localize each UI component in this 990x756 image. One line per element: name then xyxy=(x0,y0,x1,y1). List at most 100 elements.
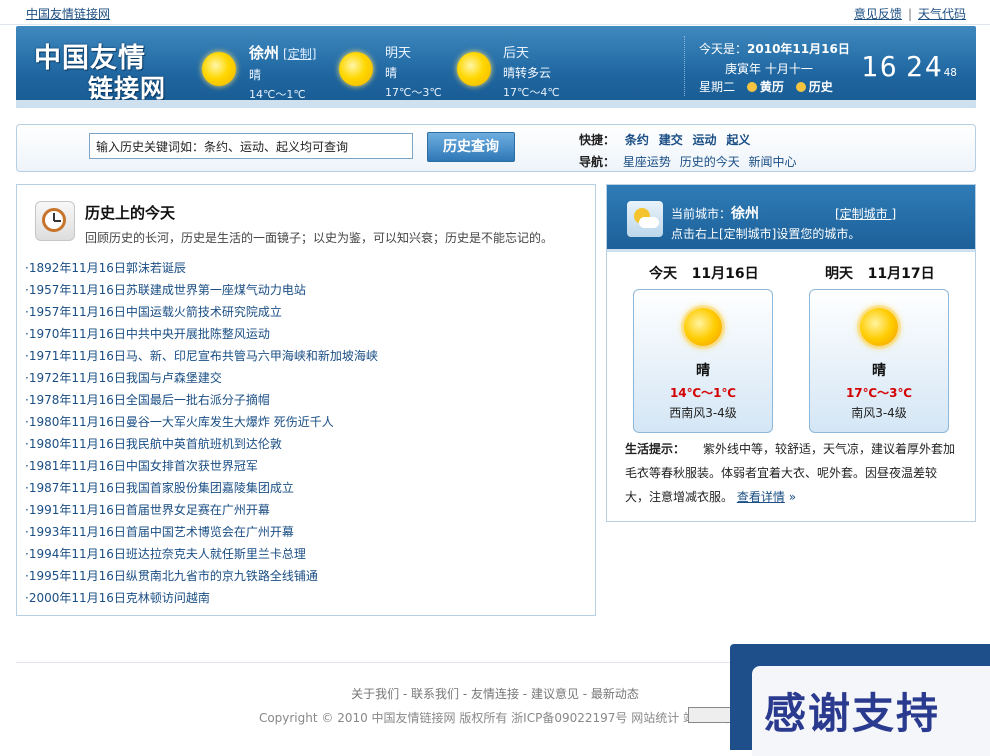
list-item[interactable]: ·1971年11月16日马、新、印尼宣布共管马六甲海峡和新加坡海峡 xyxy=(25,345,378,367)
clock-minutes: 24 xyxy=(905,50,944,83)
date-panel: 今天是：2010年11月16日 庚寅年 十月十一 星期二 黄历 历史 xyxy=(684,36,855,96)
huangli-link[interactable]: 黄历 xyxy=(746,80,784,94)
partly-cloudy-icon xyxy=(627,201,663,237)
list-item[interactable]: ·1994年11月16日班达拉奈克夫人就任斯里兰卡总理 xyxy=(25,543,378,565)
history-today-panel: 历史上的今天 回顾历史的长河，历史是生活的一面镜子；以史为鉴，可以知兴衰；历史是… xyxy=(16,184,596,616)
weekday-row: 星期二 黄历 历史 xyxy=(699,78,833,95)
list-item[interactable]: ·1995年11月16日纵贯南北九省市的京九铁路全线铺通 xyxy=(25,565,378,587)
list-item[interactable]: ·1980年11月16日曼谷一大军火库发生大爆炸 死伤近千人 xyxy=(25,411,378,433)
weather-code-link[interactable]: 天气代码 xyxy=(918,7,966,21)
weather-day-after-cond: 晴转多云 xyxy=(503,66,552,80)
list-item[interactable]: ·1957年11月16日苏联建成世界第一座煤气动力电站 xyxy=(25,279,378,301)
city-weather-panel: 当前城市：徐州 [定制城市 ] 点击右上[定制城市]设置您的城市。 今天 11月… xyxy=(606,184,976,522)
customize-city-link[interactable]: [定制] xyxy=(283,47,316,61)
today-cond: 晴 xyxy=(696,363,710,379)
view-details-link[interactable]: 查看详情 xyxy=(737,490,785,504)
weekday: 星期二 xyxy=(699,80,736,94)
tomorrow-temp: 17℃～3℃ xyxy=(845,386,913,400)
tomorrow-cond: 晴 xyxy=(872,363,886,379)
life-tip-label: 生活提示： xyxy=(625,442,686,456)
quick-links: 快捷： 条约 建交 运动 起义 xyxy=(579,131,756,148)
history-event-list: ·1892年11月16日郭沫若诞辰 ·1957年11月16日苏联建成世界第一座煤… xyxy=(25,257,378,609)
today-label: 今天是： xyxy=(699,42,748,56)
list-item[interactable]: ·1980年11月16日我民航中英首航班机到达伦敦 xyxy=(25,433,378,455)
list-item[interactable]: ·1981年11月16日中国女排首次获世界冠军 xyxy=(25,455,378,477)
nav-link-horoscope[interactable]: 星座运势 xyxy=(623,155,671,169)
search-bar: 历史查询 快捷： 条约 建交 运动 起义 导航： 星座运势 历史的今天 新闻中心 xyxy=(16,124,976,172)
today-temp: 14℃～1℃ xyxy=(669,386,737,400)
popup-inner: 感谢支持 xyxy=(752,666,990,756)
sun-icon xyxy=(684,308,722,346)
customize-city-label: [定制城市 ] xyxy=(835,207,897,221)
weather-city: 徐州 xyxy=(249,44,280,62)
history-label: 历史 xyxy=(808,80,833,94)
history-search-button[interactable]: 历史查询 xyxy=(427,132,515,162)
today-date: 今天是：2010年11月16日 xyxy=(699,40,850,57)
clock-hours: 16 xyxy=(861,50,899,83)
nav-links: 导航： 星座运势 历史的今天 新闻中心 xyxy=(579,153,802,170)
site-logo[interactable]: 中国友情 链接网 xyxy=(34,36,194,103)
more-arrow-icon: » xyxy=(788,490,797,504)
sun-icon xyxy=(339,52,373,86)
tomorrow-wind: 南风3-4级 xyxy=(851,406,907,420)
weather-today-cond: 晴 xyxy=(249,68,262,82)
sun-icon xyxy=(860,308,898,346)
floating-thanks-popup[interactable]: 感谢支持 xyxy=(730,644,990,756)
clock-seconds: 48 xyxy=(943,66,957,79)
digital-clock: 16 2448 xyxy=(861,50,957,83)
life-tip: 生活提示： 紫外线中等，较舒适，天气凉，建议着厚外套加毛衣等春秋服装。体弱者宜着大… xyxy=(625,437,959,509)
list-item[interactable]: ·1957年11月16日中国运载火箭技术研究院成立 xyxy=(25,301,378,323)
today-heading-date: 11月16日 xyxy=(691,266,759,282)
sun-icon xyxy=(202,52,236,86)
list-item[interactable]: ·1972年11月16日我国与卢森堡建交 xyxy=(25,367,378,389)
weather-day-after: 后天 晴转多云 17℃～4℃ xyxy=(503,42,560,100)
weather-day-after-label: 后天 xyxy=(503,46,530,61)
tomorrow-heading: 明天 11月17日 xyxy=(825,263,935,283)
today-value: 2010年11月16日 xyxy=(747,42,850,56)
list-item[interactable]: ·1892年11月16日郭沫若诞辰 xyxy=(25,257,378,279)
top-bar: 中国友情链接网 意见反馈 | 天气代码 xyxy=(0,0,990,25)
tomorrow-heading-date: 11月17日 xyxy=(867,266,935,282)
lunar-date: 庚寅年 十月十一 xyxy=(725,62,813,76)
history-link[interactable]: 历史 xyxy=(795,80,833,94)
history-title: 历史上的今天 xyxy=(85,204,176,222)
current-city: 当前城市：徐州 xyxy=(671,203,759,223)
nav-label: 导航： xyxy=(579,155,616,169)
clock-icon xyxy=(35,201,75,241)
quick-link-treaty[interactable]: 条约 xyxy=(625,133,649,147)
tomorrow-forecast-card: 晴 17℃～3℃ 南风3-4级 xyxy=(809,289,949,433)
weather-tomorrow-cond: 晴 xyxy=(385,66,398,80)
current-city-name: 徐州 xyxy=(731,206,760,222)
nav-link-today-history[interactable]: 历史的今天 xyxy=(680,155,740,169)
nav-link-news[interactable]: 新闻中心 xyxy=(749,155,797,169)
list-item[interactable]: ·2000年11月16日克林顿访问越南 xyxy=(25,587,378,609)
customize-city-button[interactable]: [定制城市 ] xyxy=(835,205,896,222)
list-item[interactable]: ·1991年11月16日首届世界女足赛在广州开幕 xyxy=(25,499,378,521)
feedback-link[interactable]: 意见反馈 xyxy=(854,7,902,21)
weather-tomorrow-temp: 17℃～3℃ xyxy=(385,86,442,99)
history-subtitle: 回顾历史的长河，历史是生活的一面镜子；以史为鉴，可以知兴衰；历史是不能忘记的。 xyxy=(85,231,554,245)
history-search-input[interactable] xyxy=(89,133,413,159)
current-city-label: 当前城市： xyxy=(671,207,732,221)
list-item[interactable]: ·1978年11月16日全国最后一批右派分子摘帽 xyxy=(25,389,378,411)
huangli-label: 黄历 xyxy=(759,80,784,94)
quick-link-diplomacy[interactable]: 建交 xyxy=(659,133,683,147)
top-separator: | xyxy=(907,7,912,21)
weather-today: 徐州 [定制] 晴 14℃～1℃ xyxy=(249,42,316,102)
history-icon xyxy=(795,82,806,92)
list-item[interactable]: ·1987年11月16日我国首家股份集团嘉陵集团成立 xyxy=(25,477,378,499)
list-item[interactable]: ·1993年11月16日首届中国艺术博览会在广州开幕 xyxy=(25,521,378,543)
top-links: 意见反馈 | 天气代码 xyxy=(854,5,966,22)
quick-link-uprising[interactable]: 起义 xyxy=(726,133,750,147)
city-weather-header: 当前城市：徐州 [定制城市 ] 点击右上[定制城市]设置您的城市。 xyxy=(607,185,975,252)
site-home-link[interactable]: 中国友情链接网 xyxy=(26,5,110,22)
today-forecast-card: 晴 14℃～1℃ 西南风3-4级 xyxy=(633,289,773,433)
weather-today-temp: 14℃～1℃ xyxy=(249,88,306,101)
stats-badge-icon[interactable] xyxy=(688,707,736,723)
city-hint: 点击右上[定制城市]设置您的城市。 xyxy=(671,227,861,241)
weather-day-after-temp: 17℃～4℃ xyxy=(503,86,560,99)
popup-text: 感谢支持 xyxy=(764,689,941,738)
quick-link-movement[interactable]: 运动 xyxy=(693,133,717,147)
today-wind: 西南风3-4级 xyxy=(669,406,737,420)
list-item[interactable]: ·1970年11月16日中共中央开展批陈整风运动 xyxy=(25,323,378,345)
